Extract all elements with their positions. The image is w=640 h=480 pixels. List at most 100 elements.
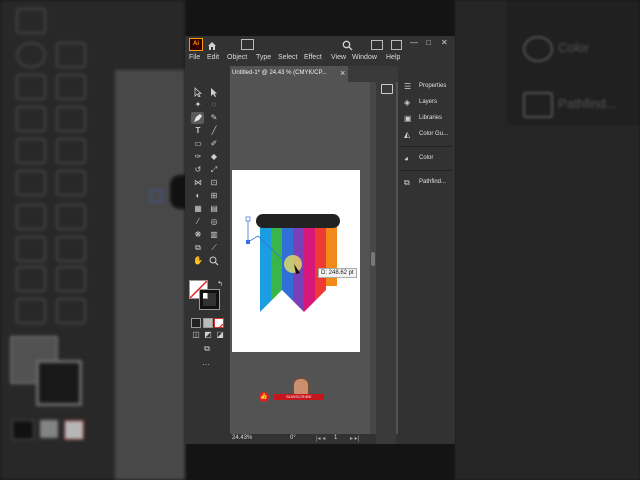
panel-color[interactable]: ◕ Color xyxy=(402,152,454,166)
home-icon[interactable] xyxy=(207,38,217,50)
menu-effect[interactable]: Effect xyxy=(304,54,322,61)
screen-mode-icon[interactable]: ⧉ xyxy=(201,344,213,354)
panel-pathfinder[interactable]: ⧉ Pathfind... xyxy=(402,176,454,190)
menu-help[interactable]: Help xyxy=(386,54,400,61)
menu-bar: File Edit Object Type Select Effect View… xyxy=(185,52,455,66)
subscribe-banner: SUBSCRIBE xyxy=(274,394,324,400)
maximize-button[interactable]: □ xyxy=(426,38,431,47)
menu-select[interactable]: Select xyxy=(278,54,297,61)
tools-panel: ✦ ◌ ✎ T ╱ ▭ ✐ ✑ ◆ ↺ ⤢ ⋈ ⊡ ◐ ⊞ ▦ ▤ ⁄ ◎ ❋ … xyxy=(185,66,230,444)
arrange-documents-icon[interactable] xyxy=(371,40,383,50)
curvature-tool-icon[interactable]: ✎ xyxy=(209,113,219,123)
libraries-icon: ▣ xyxy=(404,114,412,123)
panel-color-label: Color xyxy=(419,155,434,161)
line-tool-icon[interactable]: ╱ xyxy=(209,126,219,136)
menu-file[interactable]: File xyxy=(189,54,200,61)
selection-tool-icon[interactable] xyxy=(193,87,203,98)
gradient-tool-icon[interactable]: ▤ xyxy=(209,204,219,214)
symbol-sprayer-tool-icon[interactable]: ❋ xyxy=(193,230,203,240)
panel-properties[interactable]: ☰ Properties xyxy=(402,80,454,94)
zoom-tool-icon[interactable] xyxy=(209,256,219,266)
color-mode-icon[interactable] xyxy=(191,318,201,328)
rotation-angle[interactable]: 0° xyxy=(290,435,296,441)
panel-color-guide[interactable]: ◭ Color Gu... xyxy=(402,128,454,142)
artboard-tool-icon[interactable]: ⧉ xyxy=(193,243,203,253)
eyedropper-tool-icon[interactable]: ⁄ xyxy=(193,217,203,227)
collapsed-panel-strip xyxy=(376,66,396,444)
mesh-tool-icon[interactable]: ▦ xyxy=(193,204,203,214)
minimize-button[interactable]: — xyxy=(410,38,418,47)
blend-tool-icon[interactable]: ◎ xyxy=(209,217,219,227)
column-graph-tool-icon[interactable]: ▥ xyxy=(209,230,219,240)
layers-icon: ◈ xyxy=(404,98,411,107)
illustrator-window: Ai — □ ✕ File Edit Object Type Select Ef… xyxy=(185,36,455,444)
edit-toolbar-icon[interactable]: ··· xyxy=(201,360,211,370)
blurred-panel-background: Color Pathfind... xyxy=(455,0,640,480)
gradient-mode-icon[interactable] xyxy=(203,318,213,328)
magic-wand-tool-icon[interactable]: ✦ xyxy=(193,100,203,110)
anchor-point xyxy=(245,216,251,222)
panel-dock: ☰ Properties ◈ Layers ▣ Libraries ◭ Colo… xyxy=(398,66,455,444)
measure-tooltip: D: 248.62 pt xyxy=(318,268,357,278)
color-icon: ◕ xyxy=(404,154,409,163)
draw-behind-icon[interactable]: ◩ xyxy=(203,330,213,340)
hand-tool-icon[interactable]: ✋ xyxy=(193,256,203,266)
stroke-swatch[interactable] xyxy=(199,289,220,310)
canvas-area[interactable]: D: 248.62 pt 👍 SUBSCRIBE xyxy=(230,82,370,434)
share-icon[interactable] xyxy=(241,39,254,50)
width-tool-icon[interactable]: ⋈ xyxy=(193,178,203,188)
menu-edit[interactable]: Edit xyxy=(207,54,219,61)
workspace-icon[interactable] xyxy=(391,40,402,50)
panel-layers[interactable]: ◈ Layers xyxy=(402,96,454,110)
artboard-nav-next-icon[interactable]: ▸ ▸| xyxy=(350,435,359,442)
shape-builder-tool-icon[interactable]: ◐ xyxy=(193,191,203,201)
panel-color-guide-label: Color Gu... xyxy=(419,131,449,137)
blurred-pathfinder-label: Pathfind... xyxy=(558,96,617,111)
type-tool-icon[interactable]: T xyxy=(193,126,203,136)
menu-view[interactable]: View xyxy=(331,54,346,61)
scale-tool-icon[interactable]: ⤢ xyxy=(209,165,219,175)
artboard-nav-prev-icon[interactable]: |◂ ◂ xyxy=(316,435,325,442)
blurred-toolbar-background xyxy=(0,0,190,480)
draw-inside-icon[interactable]: ◪ xyxy=(215,330,225,340)
document-tab-title: Untitled-1* @ 24.43 % (CMYK/CP... xyxy=(232,70,327,76)
search-icon[interactable] xyxy=(342,38,353,51)
title-bar: Ai — □ ✕ xyxy=(185,36,455,52)
document-tab[interactable]: Untitled-1* @ 24.43 % (CMYK/CP... × xyxy=(230,66,348,82)
properties-icon: ☰ xyxy=(404,82,412,91)
panel-properties-label: Properties xyxy=(419,83,447,89)
menu-window[interactable]: Window xyxy=(352,54,377,61)
free-transform-tool-icon[interactable]: ⊡ xyxy=(209,178,219,188)
app-logo: Ai xyxy=(189,38,203,51)
paintbrush-tool-icon[interactable]: ✐ xyxy=(209,139,219,149)
panel-libraries-label: Libraries xyxy=(419,115,443,121)
scroll-thumb[interactable] xyxy=(371,252,375,266)
color-guide-icon: ◭ xyxy=(404,130,411,139)
ribbon-stripe xyxy=(304,222,315,312)
menu-object[interactable]: Object xyxy=(227,54,247,61)
eraser-tool-icon[interactable]: ◆ xyxy=(209,152,219,162)
document-tab-bar: Untitled-1* @ 24.43 % (CMYK/CP... × xyxy=(230,66,398,82)
rotate-tool-icon[interactable]: ↺ xyxy=(193,165,203,175)
zoom-level[interactable]: 24.43% xyxy=(232,435,252,441)
comments-icon[interactable] xyxy=(381,84,393,94)
lasso-tool-icon[interactable]: ◌ xyxy=(209,100,219,110)
shaper-tool-icon[interactable]: ✑ xyxy=(193,152,203,162)
none-mode-icon[interactable] xyxy=(214,318,224,328)
panel-libraries[interactable]: ▣ Libraries xyxy=(402,112,454,126)
panel-divider xyxy=(400,146,453,147)
slice-tool-icon[interactable]: ⟋ xyxy=(209,243,219,253)
close-button[interactable]: ✕ xyxy=(441,38,448,47)
direct-selection-tool-icon[interactable] xyxy=(209,87,219,97)
perspective-grid-tool-icon[interactable]: ⊞ xyxy=(209,191,219,201)
menu-type[interactable]: Type xyxy=(256,54,271,61)
rectangle-tool-icon[interactable]: ▭ xyxy=(193,139,203,149)
panel-divider xyxy=(400,170,453,171)
cursor-highlight xyxy=(284,255,302,273)
swap-fill-stroke-icon[interactable]: ↰ xyxy=(215,280,225,290)
document-tab-close-icon[interactable]: × xyxy=(340,68,345,78)
draw-normal-icon[interactable]: ◫ xyxy=(191,330,201,340)
anchor-point xyxy=(246,240,250,244)
pen-tool-icon[interactable] xyxy=(191,112,204,124)
artboard-number[interactable]: 1 xyxy=(334,435,337,441)
